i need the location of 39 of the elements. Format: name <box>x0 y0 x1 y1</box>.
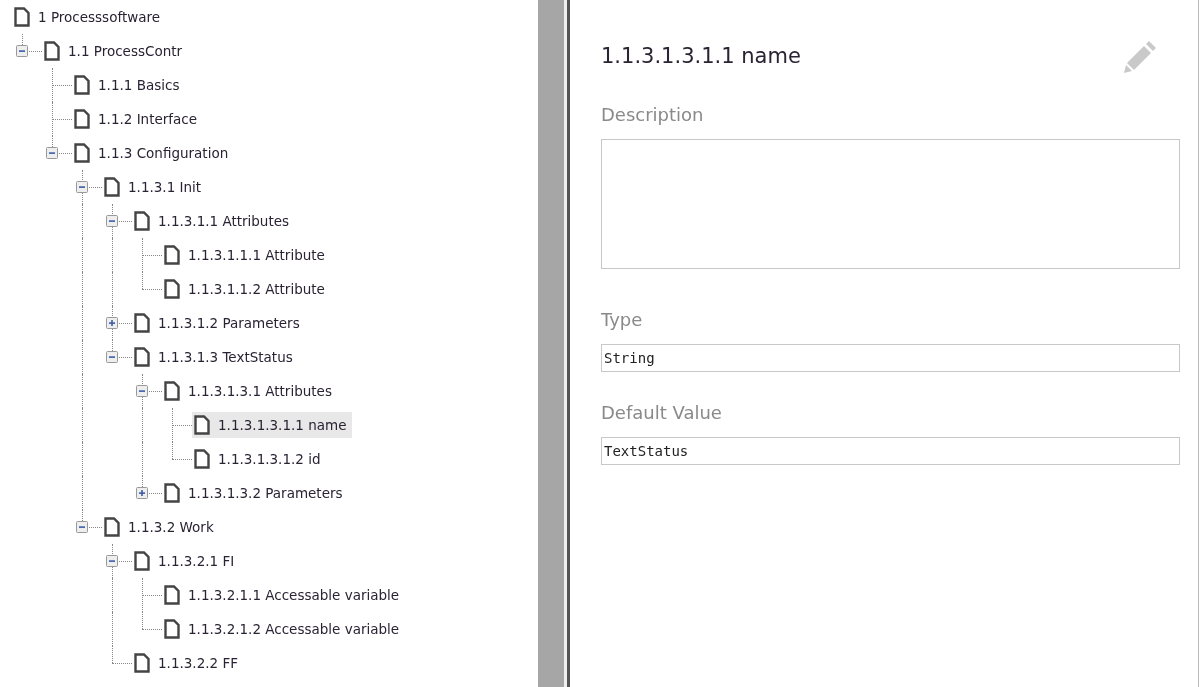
field-label: Description <box>601 104 705 125</box>
tree-toggle[interactable] <box>136 385 148 397</box>
document-icon <box>104 177 120 197</box>
splitter-handle[interactable] <box>538 0 567 687</box>
document-icon <box>134 211 150 231</box>
tree-toggle[interactable] <box>16 45 28 57</box>
document-icon <box>134 653 150 673</box>
document-icon <box>104 517 120 537</box>
description-field[interactable] <box>601 139 1180 269</box>
tree-toggle[interactable] <box>106 351 118 363</box>
tree-toggle[interactable] <box>76 521 88 533</box>
field-label: Default Value <box>601 402 723 423</box>
tree-toggle[interactable] <box>46 147 58 159</box>
document-icon <box>74 143 90 163</box>
input-field[interactable]: TextStatus <box>601 437 1180 465</box>
document-icon <box>194 415 210 435</box>
tree-toggle[interactable] <box>76 181 88 193</box>
field-label: Type <box>601 309 644 330</box>
document-icon <box>74 75 90 95</box>
document-icon <box>164 585 180 605</box>
tree-item[interactable]: 1.1.3.1.3.1.1 name <box>192 412 353 438</box>
document-icon <box>164 619 180 639</box>
document-icon <box>44 41 60 61</box>
document-icon <box>164 381 180 401</box>
input-field[interactable]: String <box>601 344 1180 372</box>
tree-toggle[interactable] <box>136 487 148 499</box>
document-icon <box>14 7 30 27</box>
document-icon <box>164 483 180 503</box>
tree-toggle[interactable] <box>106 317 118 329</box>
document-icon <box>134 551 150 571</box>
tree-toggle[interactable] <box>106 555 118 567</box>
document-icon <box>194 449 210 469</box>
document-icon <box>134 347 150 367</box>
tree-toggle[interactable] <box>106 215 118 227</box>
document-icon <box>134 313 150 333</box>
document-icon <box>164 279 180 299</box>
document-icon <box>74 109 90 129</box>
detail-title: 1.1.3.1.3.1.1 name <box>601 44 801 68</box>
document-icon <box>164 245 180 265</box>
